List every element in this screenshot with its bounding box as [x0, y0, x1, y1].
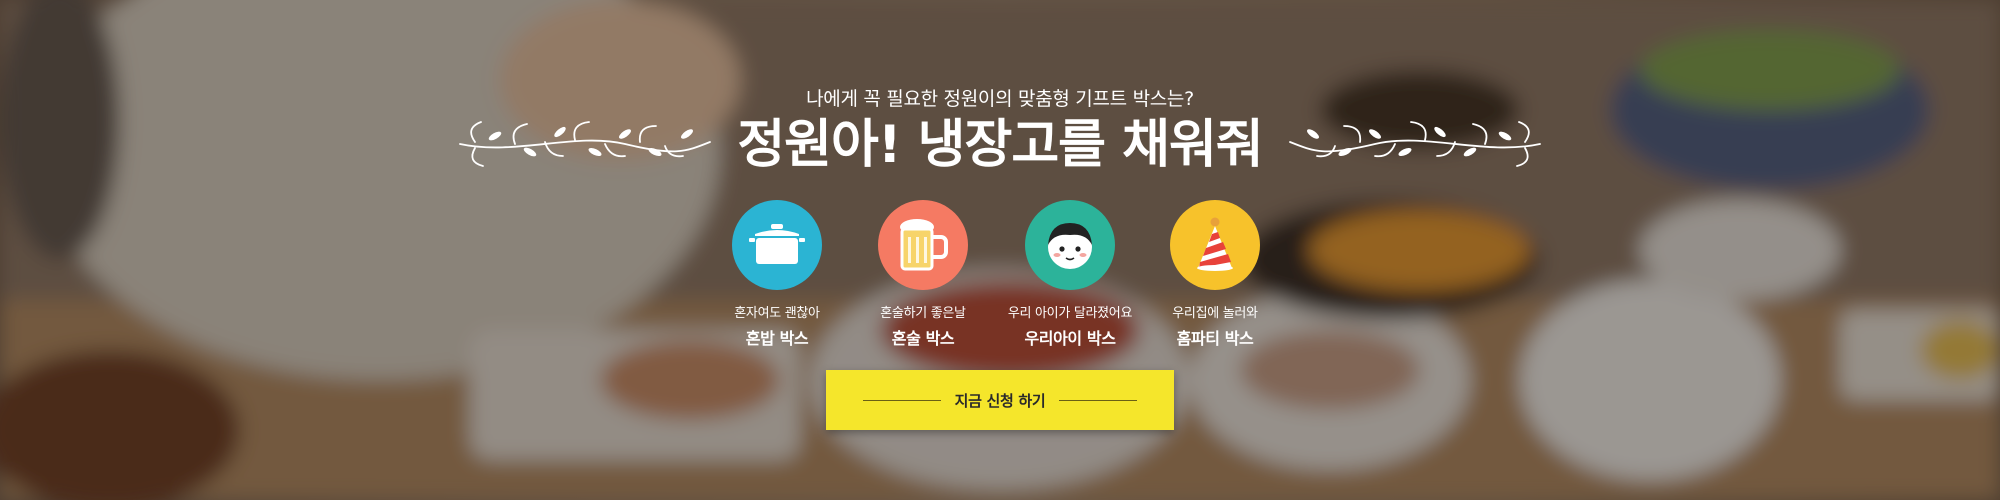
beer-mug-icon [900, 219, 948, 271]
vine-ornament-right-icon [1289, 121, 1541, 167]
box-icon-circle [1170, 200, 1260, 290]
box-item-homeparty[interactable]: 우리집에 놀러와 홈파티 박스 [1140, 200, 1290, 349]
banner-subtitle: 나에게 꼭 필요한 정원이의 맞춤형 기프트 박스는? [806, 88, 1194, 110]
banner-title: 정원아! 냉장고를 채워줘 [737, 115, 1263, 175]
apply-now-button[interactable]: 지금 신청 하기 [826, 370, 1174, 430]
box-item-honsul[interactable]: 혼술하기 좋은날 혼술 박스 [848, 200, 998, 349]
box-tagline: 혼술하기 좋은날 [880, 306, 966, 321]
box-tagline: 우리집에 놀러와 [1172, 306, 1258, 321]
box-item-honbap[interactable]: 혼자여도 괜찮아 혼밥 박스 [702, 200, 852, 349]
promo-banner: 나에게 꼭 필요한 정원이의 맞춤형 기프트 박스는? 정원아! 냉장고를 채워… [0, 0, 2000, 500]
box-name: 우리아이 박스 [1024, 329, 1116, 348]
box-icon-circle [878, 200, 968, 290]
cta-divider-right [1059, 399, 1138, 401]
cta-divider-left [862, 399, 941, 401]
box-tagline: 혼자여도 괜찮아 [734, 306, 820, 321]
box-name: 혼술 박스 [891, 329, 955, 348]
box-item-uriai[interactable]: 우리 아이가 달라졌어요 우리아이 박스 [995, 200, 1145, 349]
box-tagline: 우리 아이가 달라졌어요 [1007, 306, 1133, 321]
party-hat-icon [1197, 217, 1233, 271]
box-icon-circle [732, 200, 822, 290]
box-name: 혼밥 박스 [745, 329, 809, 348]
apply-now-label: 지금 신청 하기 [954, 391, 1046, 410]
box-name: 홈파티 박스 [1176, 329, 1254, 348]
child-face-icon [1048, 223, 1092, 269]
vine-ornament-left-icon [459, 121, 711, 167]
pot-icon [749, 224, 805, 264]
box-icon-circle [1025, 200, 1115, 290]
